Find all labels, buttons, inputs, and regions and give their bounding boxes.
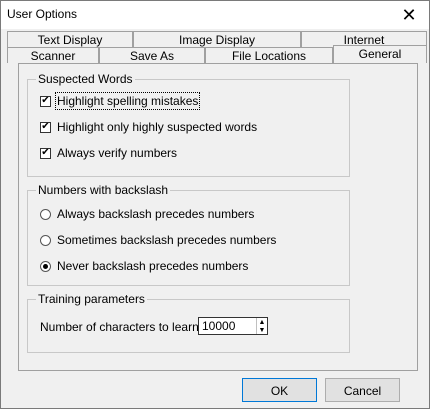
cancel-button[interactable]: Cancel xyxy=(325,378,400,402)
close-icon: ✕ xyxy=(401,4,417,25)
checkbox-checked-icon: ✔ xyxy=(40,147,51,159)
radio-never-backslash[interactable]: Never backslash precedes numbers xyxy=(40,259,248,273)
tab-scanner[interactable]: Scanner xyxy=(7,47,99,63)
tab-general[interactable]: General xyxy=(333,45,427,63)
window-title: User Options xyxy=(7,7,78,21)
radio-sometimes-backslash[interactable]: Sometimes backslash precedes numbers xyxy=(40,233,276,247)
spin-up-icon[interactable]: ▲ xyxy=(257,318,267,326)
numbers-backslash-label: Numbers with backslash xyxy=(36,183,171,197)
checkbox-checked-icon: ✔ xyxy=(40,95,51,107)
radio-label: Sometimes backslash precedes numbers xyxy=(57,233,277,247)
spinner-buttons: ▲ ▼ xyxy=(256,318,267,334)
close-button[interactable]: ✕ xyxy=(389,1,429,29)
tab-save-as[interactable]: Save As xyxy=(99,47,205,63)
checkbox-label: Highlight only highly suspected words xyxy=(57,120,258,134)
tab-text-display[interactable]: Text Display xyxy=(7,31,133,47)
user-options-window: User Options ✕ Text Display Image Displa… xyxy=(0,0,430,409)
radio-unselected-icon xyxy=(40,234,51,246)
verify-numbers-checkbox[interactable]: ✔ Always verify numbers xyxy=(40,146,177,160)
highlight-spelling-checkbox[interactable]: ✔ Highlight spelling mistakes xyxy=(40,92,201,110)
spin-down-icon[interactable]: ▼ xyxy=(257,326,267,334)
radio-label: Never backslash precedes numbers xyxy=(57,259,249,273)
radio-selected-icon xyxy=(40,260,51,272)
suspected-words-group: Suspected Words ✔ Highlight spelling mis… xyxy=(27,72,350,177)
checkbox-checked-icon: ✔ xyxy=(40,121,51,133)
tab-image-display[interactable]: Image Display xyxy=(133,31,301,47)
training-parameters-label: Training parameters xyxy=(36,292,147,306)
checkbox-label: Always verify numbers xyxy=(57,146,178,160)
title-bar: User Options ✕ xyxy=(1,1,429,29)
general-tab-panel: Suspected Words ✔ Highlight spelling mis… xyxy=(18,63,418,371)
checkbox-label: Highlight spelling mistakes xyxy=(54,92,201,110)
characters-to-learn-input[interactable] xyxy=(199,317,256,335)
ok-button[interactable]: OK xyxy=(242,378,317,402)
training-parameters-group: Training parameters Number of characters… xyxy=(27,292,350,353)
characters-to-learn-spinner[interactable]: ▲ ▼ xyxy=(198,317,268,335)
tab-file-locations[interactable]: File Locations xyxy=(205,47,333,63)
highlight-suspected-checkbox[interactable]: ✔ Highlight only highly suspected words xyxy=(40,120,257,134)
radio-label: Always backslash precedes numbers xyxy=(57,207,255,221)
tab-row-2: Scanner Save As File Locations General xyxy=(1,45,429,63)
suspected-words-label: Suspected Words xyxy=(36,72,135,86)
characters-to-learn-label: Number of characters to learn: xyxy=(40,320,203,334)
radio-unselected-icon xyxy=(40,208,51,220)
numbers-backslash-group: Numbers with backslash Always backslash … xyxy=(27,183,350,286)
radio-always-backslash[interactable]: Always backslash precedes numbers xyxy=(40,207,254,221)
characters-to-learn-label-row: Number of characters to learn: xyxy=(40,320,202,334)
